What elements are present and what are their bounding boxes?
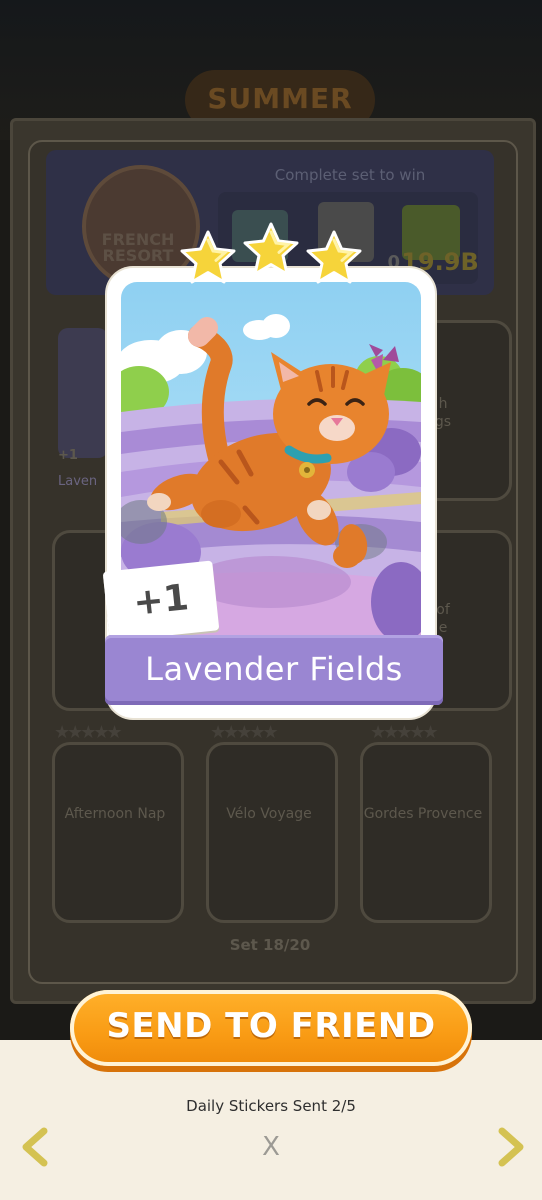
- slot-stars-icon: ★★★★★: [210, 722, 279, 743]
- card-slot[interactable]: [360, 742, 492, 923]
- close-icon[interactable]: X: [255, 1130, 287, 1164]
- complete-set-text: Complete set to win: [274, 166, 426, 184]
- star-icon: [180, 230, 236, 284]
- event-logo-text: SUMMER: [207, 82, 353, 115]
- sticker-count-text: +1: [131, 577, 191, 624]
- card-slot[interactable]: [206, 742, 338, 923]
- bg-card-label: Laven: [58, 474, 98, 489]
- daily-stickers-sent: Daily Stickers Sent 2/5: [186, 1097, 356, 1115]
- slot-stars-icon: ★★★★★: [370, 722, 439, 743]
- send-to-friend-button[interactable]: SEND TO FRIEND: [70, 990, 472, 1066]
- slot-label: Afternoon Nap: [64, 806, 166, 822]
- bg-card-count: +1: [58, 448, 78, 463]
- card-slot[interactable]: [52, 742, 184, 923]
- set-count: Set 18/20: [229, 936, 311, 954]
- slot-stars-icon: ★★★★★: [54, 722, 123, 743]
- star-icon: [243, 222, 299, 276]
- sticker-name: Lavender Fields: [145, 650, 403, 688]
- set-badge-label: FRENCH RESORT: [101, 230, 175, 265]
- chevron-right-icon[interactable]: [490, 1125, 530, 1169]
- star-icon: [306, 230, 362, 284]
- chevron-left-icon[interactable]: [16, 1125, 56, 1169]
- slot-label: Gordes Provence: [363, 806, 483, 822]
- sticker-count-badge: +1: [102, 560, 220, 642]
- slot-label: Vélo Voyage: [226, 806, 312, 822]
- bg-card-lavender: [58, 328, 108, 458]
- send-to-friend-label: SEND TO FRIEND: [106, 1006, 436, 1046]
